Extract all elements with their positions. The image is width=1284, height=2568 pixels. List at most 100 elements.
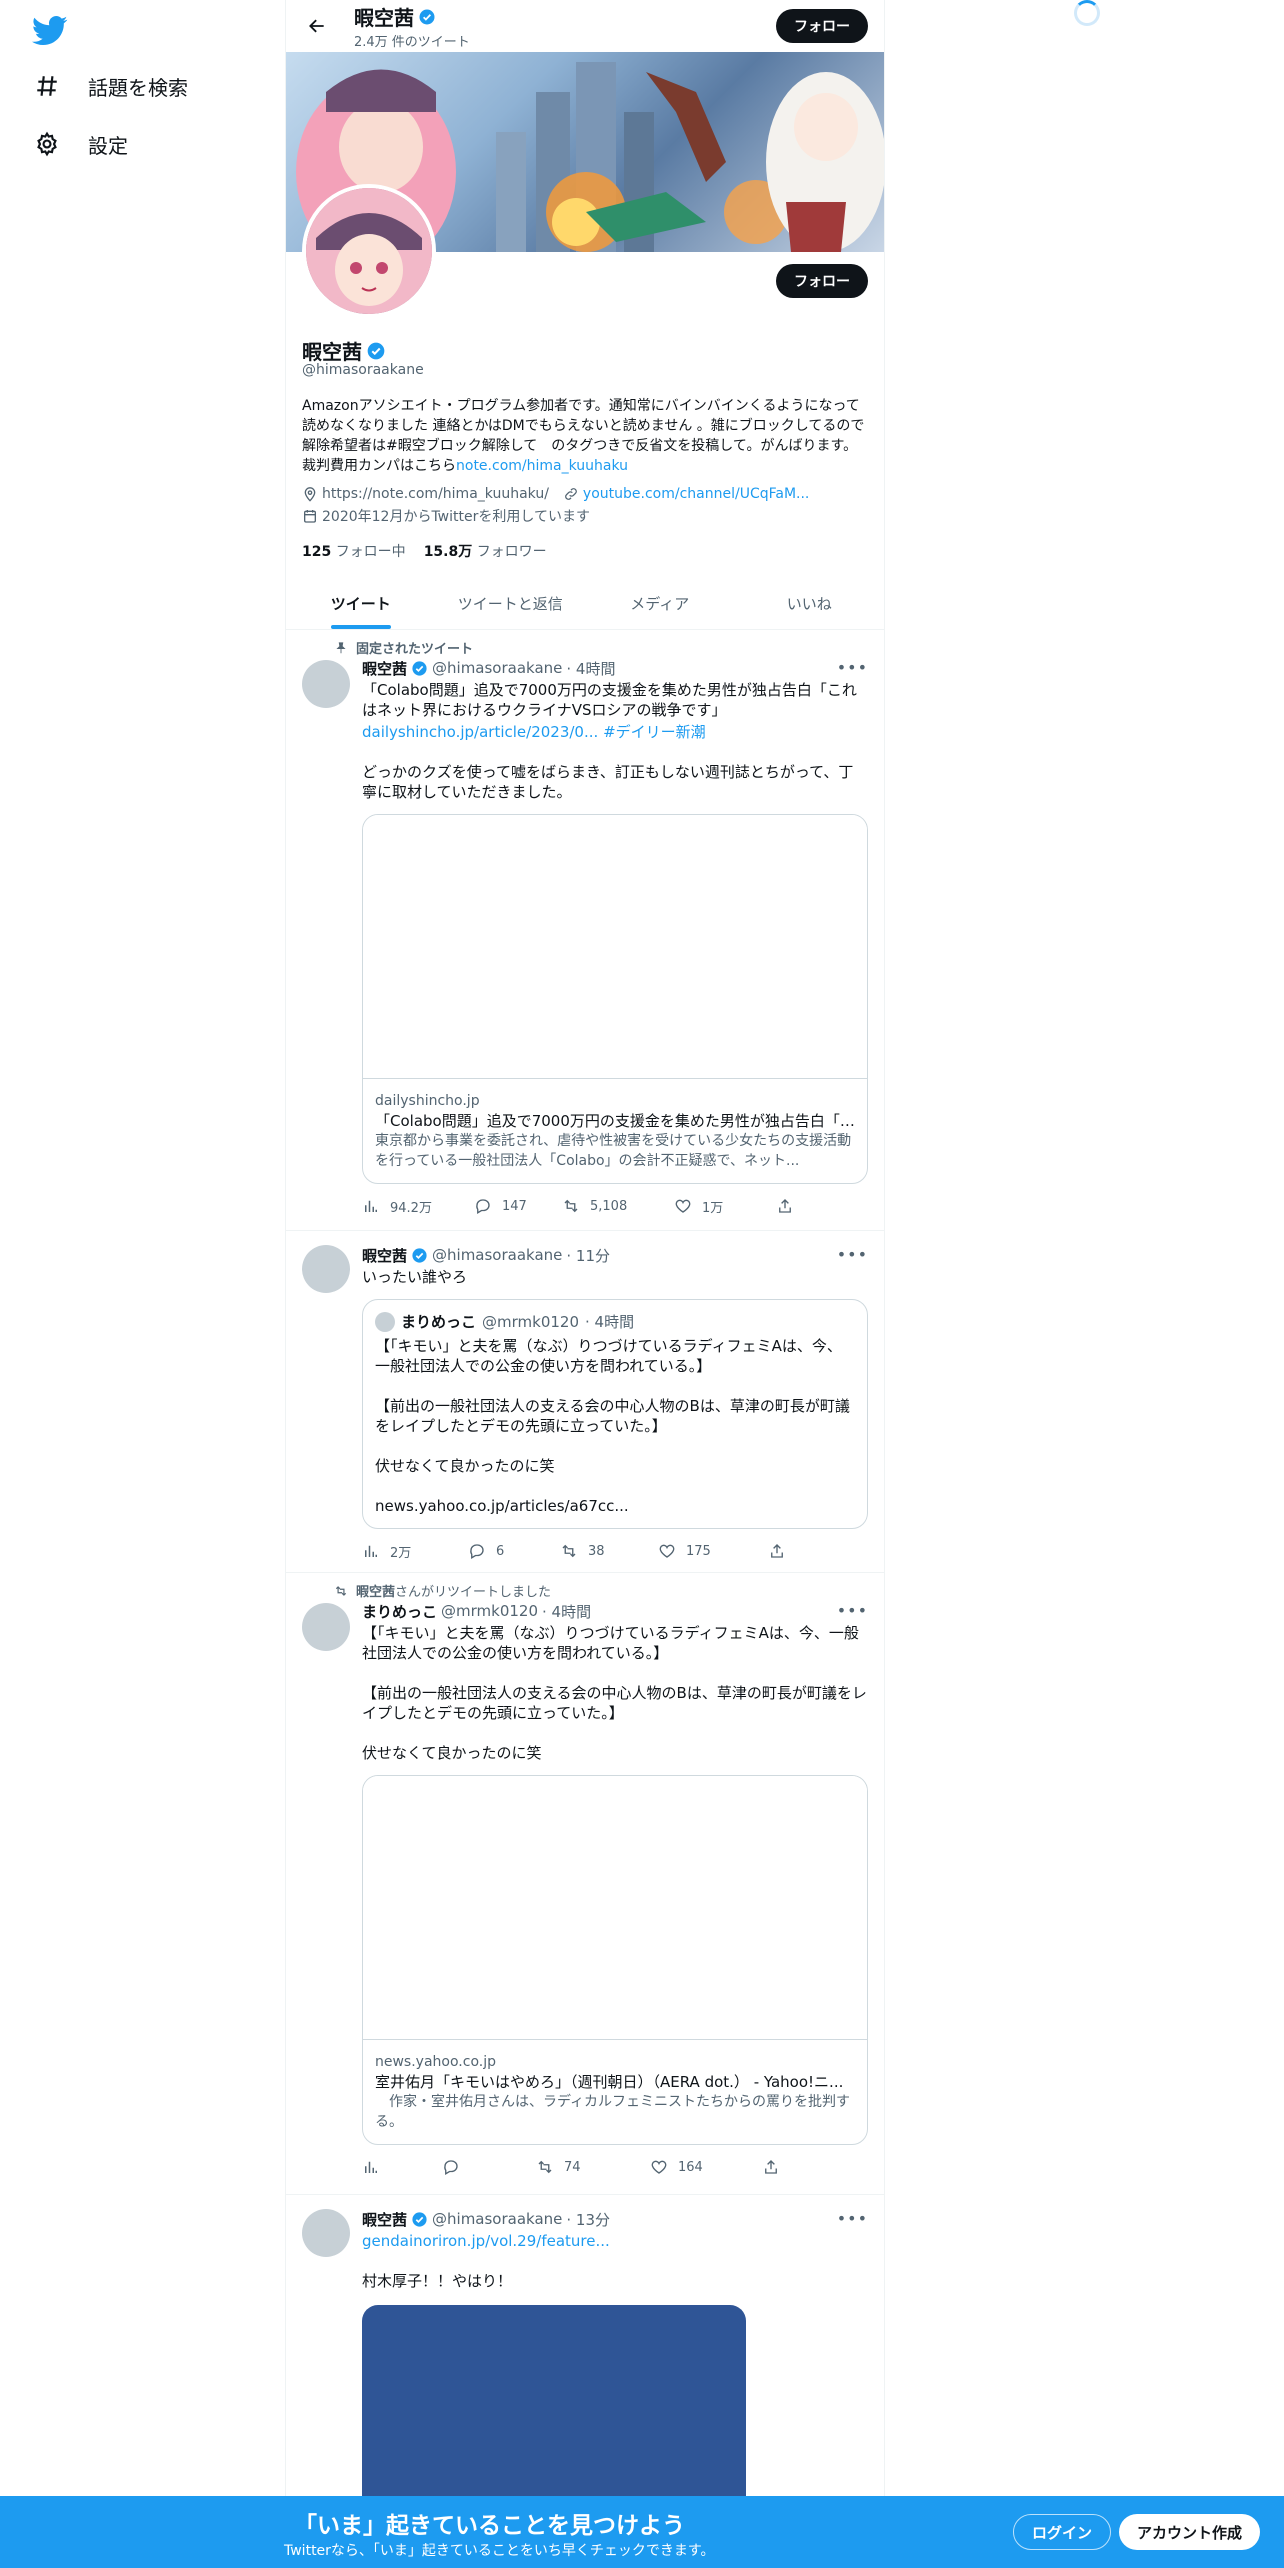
tweet-link[interactable]: dailyshincho.jp/article/2023/0... (362, 723, 598, 741)
login-button[interactable]: ログイン (1013, 2514, 1112, 2550)
tweet-time[interactable]: · 4時間 (542, 1601, 591, 1622)
retweet-button[interactable]: 74 (536, 2158, 650, 2176)
profile-url[interactable]: youtube.com/channel/UCqFaM... (583, 486, 809, 502)
tweet-author-handle[interactable]: @himasoraakane (432, 2210, 562, 2228)
back-button[interactable] (300, 9, 334, 43)
more-options-icon[interactable]: ••• (837, 1601, 868, 1620)
share-button[interactable] (776, 1197, 794, 1215)
followers-link[interactable]: 15.8万 フォロワー (424, 541, 547, 561)
tweet-item[interactable]: 暇空茜さんがリツイートしました まりめっこ @mrmk0120 · 4時間 ••… (286, 1573, 884, 2195)
tab-media[interactable]: メディア (585, 578, 735, 629)
more-options-icon[interactable]: ••• (837, 2209, 868, 2228)
nav-explore[interactable]: 話題を検索 (34, 64, 188, 108)
loading-spinner (1074, 0, 1100, 26)
following-link[interactable]: 125 フォロー中 (302, 541, 406, 561)
tweet-actions: 2万 6 38 175 (362, 1541, 868, 1561)
hashtag-icon (37, 76, 57, 96)
share-icon (765, 2160, 777, 2174)
analytics-icon (365, 2161, 377, 2173)
like-count: 175 (686, 1543, 711, 1559)
retweet-icon (562, 1544, 576, 1558)
avatar-illustration (306, 188, 432, 314)
reply-button[interactable] (442, 2158, 536, 2176)
share-icon (779, 1199, 791, 1213)
profile-stats: 125 フォロー中 15.8万 フォロワー (302, 541, 547, 561)
tweet-time[interactable]: · 11分 (566, 1245, 610, 1266)
tweet-item[interactable]: 暇空茜 @himasoraakane · 11分 ••• いったい誰やろ まりめ… (286, 1231, 884, 1573)
tweet-avatar[interactable] (302, 1245, 350, 1293)
like-button[interactable]: 175 (658, 1542, 768, 1560)
header-name: 暇空茜 (354, 6, 414, 30)
tab-tweets[interactable]: ツイート (286, 578, 436, 629)
bio-link[interactable]: note.com/hima_kuuhaku (456, 458, 628, 474)
following-count: 125 (302, 544, 332, 560)
reply-count: 147 (502, 1198, 527, 1214)
link-card[interactable]: dailyshincho.jp 「Colabo問題」追及で7000万円の支援金を… (362, 814, 868, 1184)
retweeter-name[interactable]: 暇空茜 (356, 1585, 395, 1600)
tweet-author-handle[interactable]: @himasoraakane (432, 1246, 562, 1264)
tweet-header: 暇空茜 @himasoraakane · 13分 (362, 2209, 868, 2229)
retweet-count: 38 (588, 1543, 605, 1559)
share-button[interactable] (768, 1542, 786, 1560)
nav-settings[interactable]: 設定 (34, 122, 128, 166)
more-options-icon[interactable]: ••• (837, 1245, 868, 1264)
more-options-icon[interactable]: ••• (837, 658, 868, 677)
signup-button[interactable]: アカウント作成 (1119, 2514, 1261, 2550)
profile-avatar[interactable] (302, 184, 436, 318)
tweet-time[interactable]: · 13分 (566, 2209, 610, 2230)
tweet-avatar[interactable] (302, 660, 350, 708)
tweet-item[interactable]: 固定されたツイート 暇空茜 @himasoraakane · 4時間 ••• 「… (286, 630, 884, 1231)
tweet-text: 【「キモい」と夫を罵（なぶ）りつづけているラディフェミAは、今、一般社団法人での… (362, 1624, 867, 1762)
twitter-logo-icon[interactable] (32, 12, 68, 48)
tab-tweets-and-replies[interactable]: ツイートと返信 (436, 578, 586, 629)
profile-meta: https://note.com/hima_kuuhaku/ youtube.c… (302, 486, 809, 502)
arrow-left-icon (309, 19, 324, 33)
tweet-hashtag[interactable]: #デイリー新潮 (603, 723, 706, 741)
tweet-author-handle[interactable]: @himasoraakane (432, 659, 562, 677)
link-card[interactable]: news.yahoo.co.jp 室井佑月「キモいはやめろ」（週刊朝日）（AER… (362, 1775, 868, 2145)
profile-name-text: 暇空茜 (302, 340, 362, 364)
views-button[interactable]: 2万 (362, 1542, 468, 1561)
like-button[interactable]: 164 (650, 2158, 762, 2176)
pin-icon (336, 641, 346, 653)
location-pin-icon (304, 487, 316, 502)
tweet-avatar[interactable] (302, 2209, 350, 2257)
tweet-header: 暇空茜 @himasoraakane · 11分 (362, 1245, 868, 1265)
link-card-domain: dailyshincho.jp (375, 1093, 480, 1109)
pinned-label: 固定されたツイート (334, 638, 473, 657)
tweet-author-name[interactable]: 暇空茜 (362, 2209, 407, 2230)
tweet-text-2: どっかのクズを使って嘘をばらまき、訂正もしない週刊誌とちがって、丁寧に取材してい… (362, 763, 854, 801)
retweet-button[interactable]: 38 (560, 1542, 658, 1560)
views-button[interactable]: 94.2万 (362, 1197, 474, 1216)
reply-button[interactable]: 6 (468, 1542, 560, 1560)
retweet-icon (564, 1199, 578, 1213)
tweet-author-handle[interactable]: @mrmk0120 (441, 1602, 538, 1620)
share-button[interactable] (762, 2158, 780, 2176)
retweet-icon (538, 2160, 552, 2174)
tweet-link[interactable]: gendainoriron.jp/vol.29/feature... (362, 2232, 610, 2250)
tab-likes[interactable]: いいね (735, 578, 885, 629)
tweet-media[interactable] (362, 2305, 746, 2525)
reply-button[interactable]: 147 (474, 1197, 562, 1215)
profile-follow-button[interactable]: フォロー (776, 264, 868, 298)
quoted-tweet[interactable]: まりめっこ @mrmk0120 · 4時間 【「キモい」と夫を罵（なぶ）りつづけ… (362, 1299, 868, 1529)
profile-tabs: ツイート ツイートと返信 メディア いいね (286, 578, 884, 630)
quoted-text: 【「キモい」と夫を罵（なぶ）りつづけているラディフェミAは、今、一般社団法人での… (375, 1337, 850, 1515)
views-button[interactable] (362, 2158, 442, 2176)
tweet-actions: 94.2万 147 5,108 1万 (362, 1196, 868, 1216)
tweet-author-name[interactable]: 暇空茜 (362, 658, 407, 679)
tweet-author-name[interactable]: まりめっこ (362, 1601, 437, 1622)
signup-bar-title: 「いま」起きていることを見つけよう (294, 2513, 685, 2539)
retweet-button[interactable]: 5,108 (562, 1197, 674, 1215)
header-follow-button[interactable]: フォロー (776, 9, 868, 43)
verified-badge-icon (412, 660, 427, 676)
tweet-author-name[interactable]: 暇空茜 (362, 1245, 407, 1266)
tweet-avatar[interactable] (302, 1603, 350, 1651)
tweet-time[interactable]: · 4時間 (566, 658, 615, 679)
profile-header-bar: 暇空茜 2.4万 件のツイート フォロー (286, 0, 884, 52)
reply-count: 6 (496, 1543, 505, 1559)
heart-icon (659, 1544, 675, 1558)
profile-joined: 2020年12月からTwitterを利用しています (302, 506, 590, 526)
like-button[interactable]: 1万 (674, 1197, 776, 1216)
link-card-image (363, 815, 867, 1079)
